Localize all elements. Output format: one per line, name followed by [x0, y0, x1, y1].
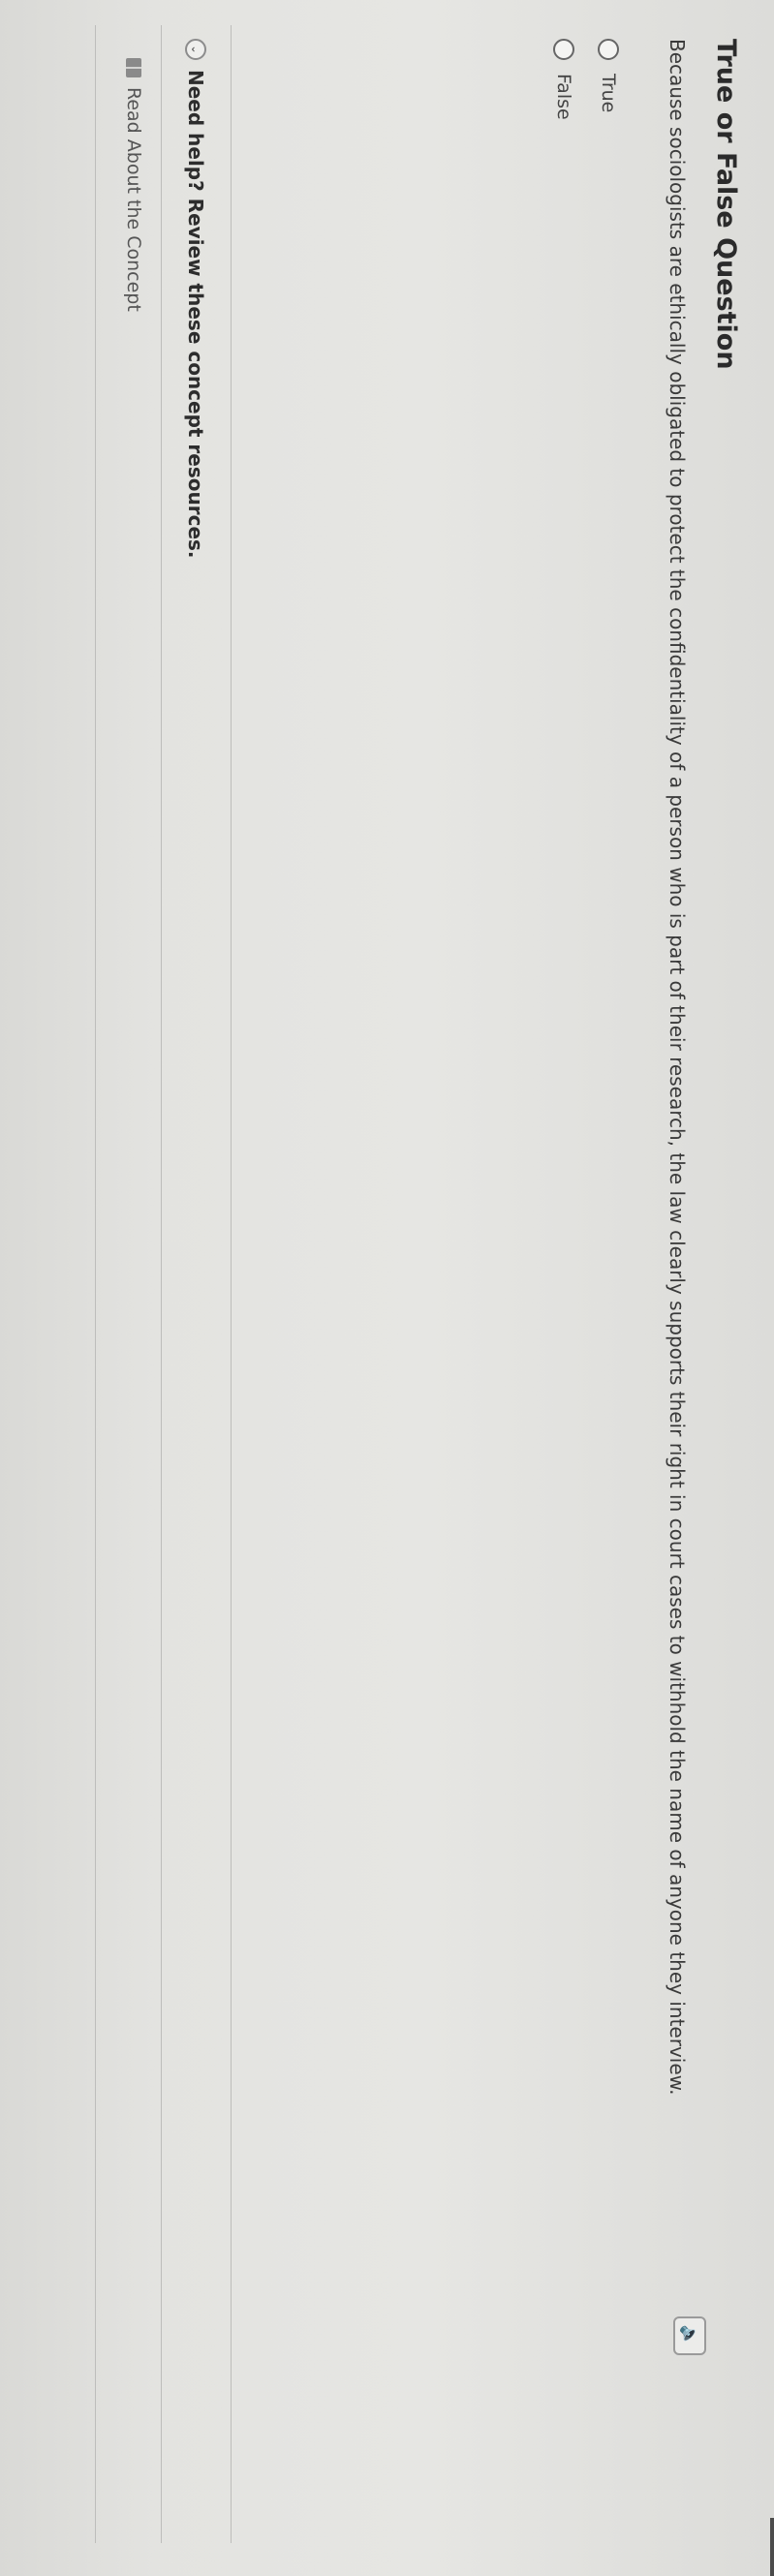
- answer-options: True False: [530, 39, 619, 120]
- divider: [161, 25, 162, 2543]
- question-title: True or False Question: [711, 39, 741, 370]
- window-edge: [770, 2518, 774, 2576]
- divider: [231, 25, 232, 2543]
- radio-icon[interactable]: [598, 39, 619, 60]
- option-false[interactable]: False: [553, 39, 574, 120]
- chevron-icon[interactable]: ⌄: [185, 39, 206, 60]
- resource-link-read-concept[interactable]: Read About the Concept: [123, 58, 144, 312]
- help-label: Need help? Review these concept resource…: [184, 70, 207, 559]
- radio-icon[interactable]: [553, 39, 574, 60]
- resource-label: Read About the Concept: [123, 87, 144, 312]
- question-page: True or False Question 🔈 Because sociolo…: [0, 0, 774, 2576]
- option-true[interactable]: True: [598, 39, 619, 120]
- help-toggle[interactable]: ⌄ Need help? Review these concept resour…: [184, 39, 207, 559]
- divider: [95, 25, 96, 2543]
- option-label: True: [598, 74, 619, 113]
- option-label: False: [553, 74, 574, 120]
- question-text: Because sociologists are ethically oblig…: [666, 39, 689, 2096]
- book-icon: [126, 58, 141, 77]
